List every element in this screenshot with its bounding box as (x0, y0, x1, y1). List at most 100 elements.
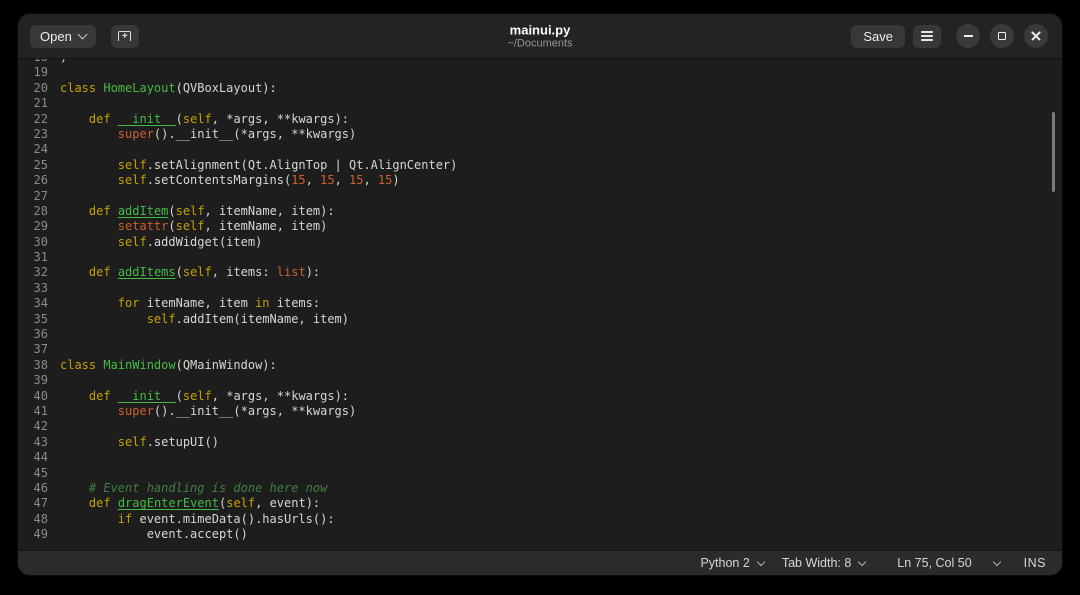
chevron-down-icon (858, 557, 867, 566)
scrollbar-thumb[interactable] (1052, 112, 1055, 192)
maximize-icon (998, 32, 1006, 40)
code-text: class MainWindow(QMainWindow): (60, 357, 277, 372)
line-number: 27 (33, 188, 48, 203)
code-line[interactable]: 28 def addItem(self, itemName, item): (18, 204, 1062, 219)
code-line[interactable]: 32 def addItems(self, items: list): (18, 265, 1062, 280)
cursor-position-label: Ln 75, Col 50 (897, 556, 972, 570)
code-text: setattr(self, itemName, item) (117, 219, 328, 234)
window-subtitle: ~/Documents (507, 37, 573, 50)
line-number: 44 (33, 450, 48, 465)
maximize-button[interactable] (990, 24, 1014, 48)
line-number: 33 (33, 280, 48, 295)
line-number: 28 (33, 203, 48, 218)
desktop-background: Open + mainui.py ~/Documents Save 19 20 … (0, 0, 1080, 595)
language-selector[interactable]: Python 2 (700, 556, 766, 570)
code-text: self.setAlignment(Qt.AlignTop | Qt.Align… (117, 157, 458, 172)
code-line[interactable]: 40 def __init__(self, *args, **kwargs): (18, 389, 1062, 404)
code-text: if event.mimeData().hasUrls(): (117, 511, 335, 526)
code-line[interactable]: 49 event.accept() (18, 527, 1062, 542)
code-text: for itemName, item in items: (117, 296, 321, 311)
line-number: 32 (33, 265, 48, 280)
code-text: event.accept() (60, 527, 248, 542)
code-line[interactable]: 21 (18, 96, 1062, 111)
code-line[interactable]: 23 super().__init__(*args, **kwargs) (18, 127, 1062, 142)
code-line[interactable]: 47 def dragEnterEvent(self, event): (18, 496, 1062, 511)
line-number: 19 (33, 65, 48, 80)
line-number: 41 (33, 403, 48, 418)
code-line[interactable]: 48 if event.mimeData().hasUrls(): (18, 512, 1062, 527)
code-line[interactable]: 33 (18, 281, 1062, 296)
text-editor-window: Open + mainui.py ~/Documents Save 19 20 … (18, 14, 1062, 575)
code-line[interactable]: 25 self.setAlignment(Qt.AlignTop | Qt.Al… (18, 158, 1062, 173)
code-line[interactable]: 37 (18, 342, 1062, 357)
code-text: self.setupUI() (117, 434, 219, 449)
code-line[interactable]: 46 # Event handling is done here now (18, 481, 1062, 496)
line-number: 39 (33, 373, 48, 388)
code-line[interactable]: 34 for itemName, item in items: (18, 296, 1062, 311)
window-title-group: mainui.py ~/Documents (507, 23, 572, 50)
close-icon (1031, 31, 1041, 41)
close-button[interactable] (1024, 24, 1048, 48)
code-line[interactable]: 20 class HomeLayout(QVBoxLayout): (18, 81, 1062, 96)
new-tab-button[interactable]: + (110, 24, 139, 48)
chevron-down-icon (756, 557, 766, 566)
line-number: 49 (33, 527, 48, 542)
open-button[interactable]: Open (30, 24, 96, 48)
line-number: 22 (33, 111, 48, 126)
line-number: 46 (33, 480, 48, 495)
code-text: def __init__(self, *args, **kwargs): (88, 111, 350, 126)
line-number: 43 (33, 434, 48, 449)
code-line[interactable]: 35 self.addItem(itemName, item) (18, 312, 1062, 327)
code-text: def dragEnterEvent(self, event): (88, 496, 321, 511)
chevron-down-icon (77, 29, 88, 39)
code-line[interactable]: 43 self.setupUI() (18, 435, 1062, 450)
headerbar-right-controls: Save (851, 24, 1048, 48)
code-line[interactable]: 41 super().__init__(*args, **kwargs) (18, 404, 1062, 419)
menu-icon (921, 31, 933, 41)
code-line[interactable]: 38 class MainWindow(QMainWindow): (18, 358, 1062, 373)
code-line[interactable]: 39 (18, 373, 1062, 388)
code-line[interactable]: 36 (18, 327, 1062, 342)
code-line[interactable]: 42 (18, 419, 1062, 434)
line-number: 47 (33, 496, 48, 511)
insert-mode-indicator[interactable]: INS (1024, 556, 1046, 570)
code-line[interactable]: 24 (18, 142, 1062, 157)
goto-line-button[interactable] (992, 557, 1001, 566)
minimize-icon (963, 35, 973, 37)
line-number: 34 (33, 296, 48, 311)
code-line[interactable]: 30 self.addWidget(item) (18, 235, 1062, 250)
line-number: 31 (33, 250, 48, 265)
code-line[interactable]: 44 (18, 450, 1062, 465)
code-line[interactable]: 26 self.setContentsMargins(15, 15, 15, 1… (18, 173, 1062, 188)
code-text: self.addWidget(item) (117, 234, 263, 249)
code-line[interactable]: 19 (18, 65, 1062, 80)
minimize-button[interactable] (956, 24, 980, 48)
code-line[interactable]: 45 (18, 466, 1062, 481)
code-text: self.addItem(itemName, item) (146, 311, 349, 326)
line-number: 45 (33, 465, 48, 480)
code-line[interactable]: 31 (18, 250, 1062, 265)
tab-width-selector[interactable]: Tab Width: 8 (782, 556, 867, 570)
cursor-position-button[interactable]: Ln 75, Col 50 (897, 556, 971, 570)
code-line[interactable]: 27 (18, 189, 1062, 204)
code-line[interactable]: 22 def __init__(self, *args, **kwargs): (18, 112, 1062, 127)
code-text: def addItem(self, itemName, item): (88, 203, 335, 218)
code-text: def __init__(self, *args, **kwargs): (88, 388, 350, 403)
code-line[interactable]: 29 setattr(self, itemName, item) (18, 219, 1062, 234)
statusbar: Python 2 Tab Width: 8 Ln 75, Col 50 INS (18, 550, 1062, 575)
save-button[interactable]: Save (851, 24, 905, 48)
line-number: 24 (33, 142, 48, 157)
line-number: 37 (33, 342, 48, 357)
menu-button[interactable] (913, 24, 941, 48)
line-number: 25 (33, 157, 48, 172)
editor[interactable]: 18)1920class HomeLayout(QVBoxLayout):212… (18, 59, 1062, 550)
